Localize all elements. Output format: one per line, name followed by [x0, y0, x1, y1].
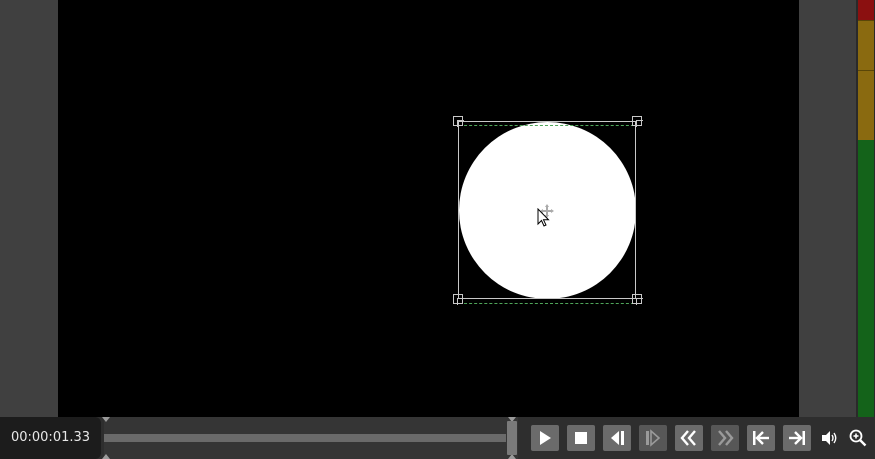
go-to-end-icon	[789, 431, 805, 445]
step-back-icon	[611, 431, 624, 445]
play-button[interactable]	[531, 425, 559, 451]
play-icon	[540, 431, 551, 445]
meter-channel-left	[858, 0, 866, 417]
audio-level-meter	[856, 0, 875, 417]
video-preview-window: 00:00:01.33	[0, 0, 875, 459]
volume-icon	[822, 431, 837, 445]
preview-area	[0, 0, 856, 417]
meter-warn-segment	[858, 70, 866, 140]
mouse-cursor-icon	[537, 208, 550, 227]
timecode-display: 00:00:01.33	[0, 417, 101, 459]
volume-button[interactable]	[820, 428, 840, 448]
step-forward-icon	[646, 429, 661, 447]
resize-handle-bottom-right[interactable]	[632, 294, 643, 305]
resize-handle-bottom-left[interactable]	[453, 294, 464, 305]
resize-handle-top-right[interactable]	[632, 116, 643, 127]
meter-warn-segment	[866, 70, 874, 140]
scrub-progress	[104, 434, 506, 442]
rewind-button[interactable]	[675, 425, 703, 451]
transport-bar: 00:00:01.33	[0, 417, 875, 459]
in-marker-bottom	[102, 454, 110, 459]
scrub-bar[interactable]	[102, 417, 518, 459]
fast-forward-button[interactable]	[711, 425, 739, 451]
previous-frame-button[interactable]	[603, 425, 631, 451]
playhead-handle[interactable]	[507, 421, 517, 455]
go-to-start-icon	[753, 431, 769, 445]
zoom-in-icon	[849, 429, 867, 447]
stop-button[interactable]	[567, 425, 595, 451]
meter-clip-segment	[866, 0, 874, 20]
meter-clip-segment	[858, 0, 866, 20]
zoom-button[interactable]	[848, 428, 868, 448]
in-marker-top	[102, 417, 110, 422]
go-to-start-button[interactable]	[747, 425, 775, 451]
meter-channel-right	[866, 0, 874, 417]
rewind-icon	[680, 430, 696, 446]
stop-icon	[575, 432, 587, 444]
meter-warn-segment	[858, 20, 866, 70]
meter-warn-segment	[866, 20, 874, 70]
go-to-end-button[interactable]	[783, 425, 811, 451]
preview-canvas[interactable]	[58, 0, 799, 417]
next-frame-button[interactable]	[639, 425, 667, 451]
resize-handle-top-left[interactable]	[453, 116, 464, 127]
guide-line-bottom	[459, 303, 639, 304]
fast-forward-icon	[718, 430, 734, 446]
